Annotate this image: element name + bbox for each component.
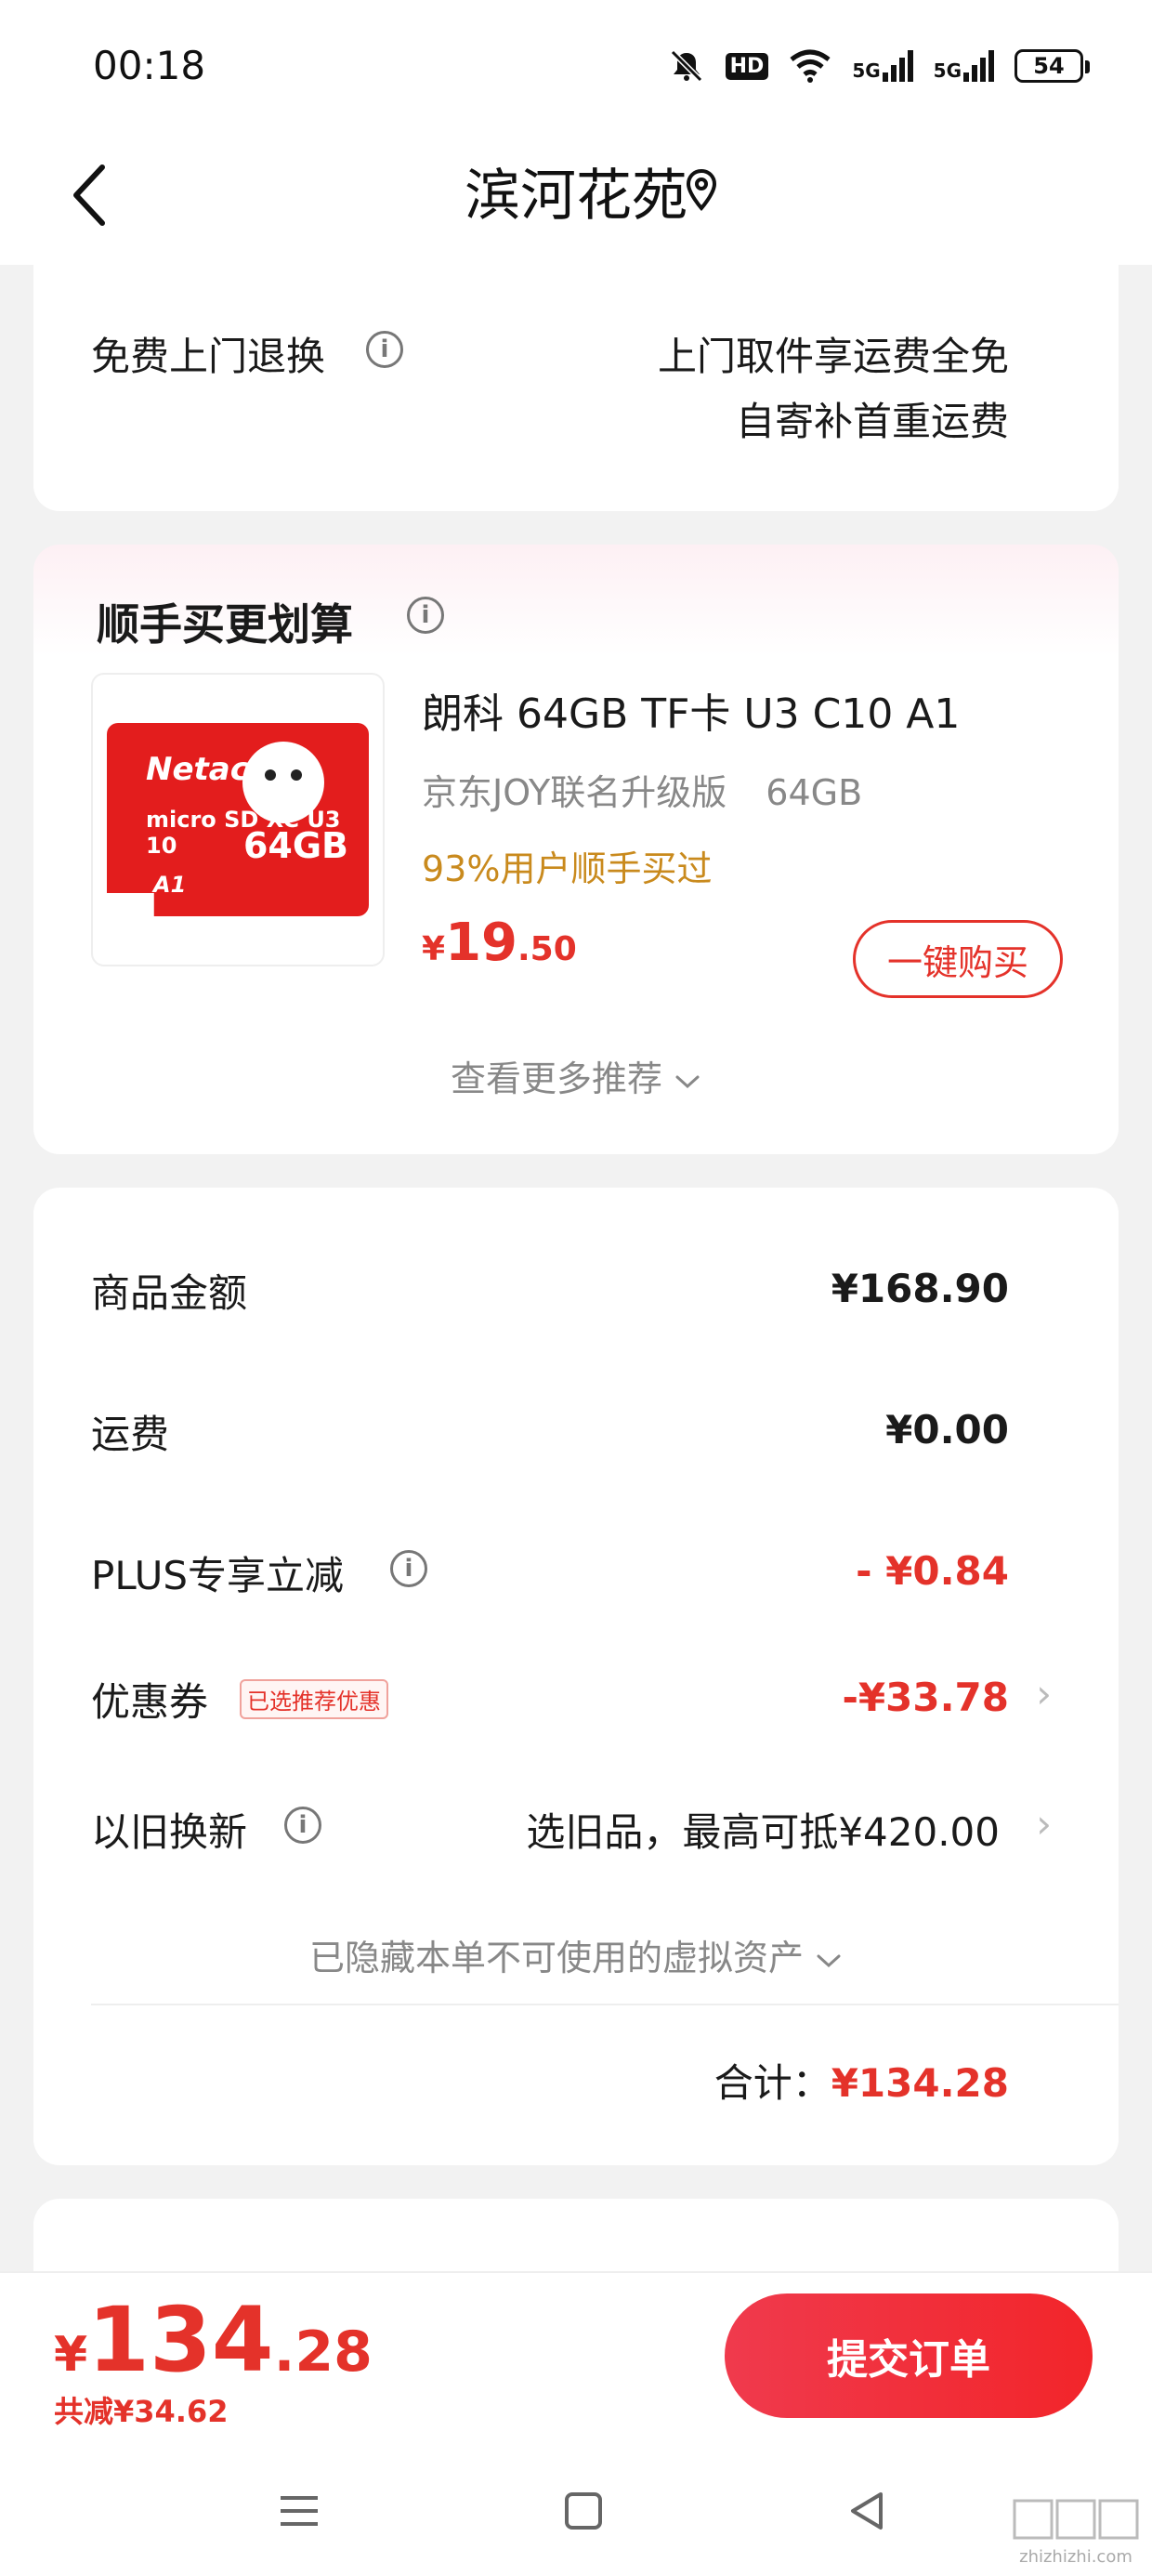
status-icons: HD 5G 5G 54 <box>668 43 1090 89</box>
sd-card-brand: Netac <box>146 751 249 788</box>
status-bar: 00:18 HD 5G 5G 54 <box>0 0 1152 130</box>
price-symbol: ¥ <box>422 930 446 968</box>
location-pin-icon[interactable] <box>683 167 720 214</box>
back-triangle-icon[interactable] <box>840 2483 896 2539</box>
shipping-value: ¥0.00 <box>885 1407 1009 1452</box>
wifi-icon <box>789 48 831 84</box>
watermark-logo-icon <box>1013 2499 1139 2540</box>
watermark: zhizhizhi.com <box>1011 2497 1141 2567</box>
sd-card-image: Netac micro SD XC U3 10 64GB A1 <box>107 723 369 916</box>
info-icon[interactable]: i <box>284 1807 321 1844</box>
price-decimal: .28 <box>273 2320 373 2385</box>
price-decimal: .50 <box>517 930 577 968</box>
page-title: 滨河花苑 <box>465 164 687 229</box>
product-bought-hint: 93%用户顺手买过 <box>422 848 713 889</box>
return-policy-label: 免费上门退换 <box>91 334 326 379</box>
signal-5g-icon-1: 5G <box>852 50 913 82</box>
chevron-right-icon[interactable]: › <box>1036 1671 1052 1716</box>
mute-icon <box>668 47 705 85</box>
trade-in-label: 以旧换新 <box>91 1809 248 1855</box>
total-row: 合计：¥134.28 <box>714 2052 1009 2109</box>
one-click-buy-button[interactable]: 一键购买 <box>853 920 1063 998</box>
network-type-1: 5G <box>852 59 881 82</box>
battery-icon: 54 <box>1015 49 1090 83</box>
product-spec: 京东JOY联名升级版 64GB <box>422 764 901 815</box>
submit-order-button[interactable]: 提交订单 <box>725 2293 1093 2418</box>
chevron-right-icon[interactable]: › <box>1036 1801 1052 1847</box>
plus-discount-label: PLUS专享立减 <box>91 1553 345 1598</box>
watermark-text: zhizhizhi.com <box>1019 2547 1132 2567</box>
status-time: 00:18 <box>93 43 206 88</box>
signal-5g-icon-2: 5G <box>934 50 994 82</box>
chevron-down-icon <box>675 1075 700 1088</box>
return-policy-line1: 上门取件享运费全免 <box>657 334 1009 379</box>
plus-discount-value: - ¥0.84 <box>856 1548 1009 1594</box>
more-recommendations-label: 查看更多推荐 <box>450 1058 662 1099</box>
total-label: 合计： <box>713 2060 831 2106</box>
coupon-label: 优惠券 <box>91 1679 209 1725</box>
info-icon[interactable]: i <box>407 597 444 634</box>
coupon-value[interactable]: -¥33.78 <box>842 1675 1009 1720</box>
return-policy-line2: 自寄补首重运费 <box>735 399 1009 444</box>
goods-amount-value: ¥168.90 <box>831 1266 1009 1311</box>
sd-card-size: 64GB <box>242 825 348 866</box>
return-policy-card: 免费上门退换 i 上门取件享运费全免 自寄补首重运费 <box>33 232 1119 511</box>
recommend-title: 顺手买更划算 <box>97 599 353 650</box>
network-type-2: 5G <box>933 59 962 82</box>
checkout-bar: ¥134.28 共减¥34.62 提交订单 <box>0 2271 1152 2438</box>
hd-icon: HD <box>725 52 769 80</box>
recommend-card: 顺手买更划算 i Netac micro SD XC U3 10 64GB A1… <box>33 545 1119 1154</box>
system-nav-bar: zhizhizhi.com <box>0 2438 1152 2576</box>
coupon-tag: 已选推荐优惠 <box>240 1679 388 1719</box>
product-capacity: 64GB <box>766 772 863 813</box>
chevron-down-icon <box>817 1954 841 1967</box>
goods-amount-label: 商品金额 <box>91 1270 248 1316</box>
product-variant: 京东JOY联名升级版 <box>422 772 727 813</box>
product-thumbnail[interactable]: Netac micro SD XC U3 10 64GB A1 <box>91 673 385 966</box>
price-summary-card: 商品金额 ¥168.90 运费 ¥0.00 PLUS专享立减 i - ¥0.84… <box>33 1188 1119 2165</box>
trade-in-value[interactable]: 选旧品，最高可抵¥420.00 <box>526 1801 1000 1858</box>
price-integer: 134 <box>87 2288 274 2392</box>
home-icon[interactable] <box>556 2483 611 2539</box>
hidden-assets-toggle[interactable]: 已隐藏本单不可使用的虚拟资产 <box>33 1929 1119 1980</box>
menu-icon[interactable] <box>271 2483 327 2539</box>
product-price: ¥19.50 <box>422 913 577 973</box>
divider <box>91 2004 1119 2005</box>
total-saving: 共减¥34.62 <box>54 2394 229 2429</box>
product-name[interactable]: 朗科 64GB TF卡 U3 C10 A1 <box>422 680 960 740</box>
hidden-assets-label: 已隐藏本单不可使用的虚拟资产 <box>308 1938 804 1978</box>
checkout-total: ¥134.28 <box>54 2288 373 2392</box>
info-icon[interactable]: i <box>390 1550 427 1587</box>
price-integer: 19 <box>445 913 517 973</box>
total-value: ¥134.28 <box>831 2060 1009 2106</box>
shipping-label: 运费 <box>91 1412 170 1457</box>
sd-card-class: A1 <box>153 872 187 898</box>
info-icon[interactable]: i <box>366 331 403 368</box>
price-symbol: ¥ <box>54 2327 88 2383</box>
more-recommendations-link[interactable]: 查看更多推荐 <box>33 1050 1119 1101</box>
